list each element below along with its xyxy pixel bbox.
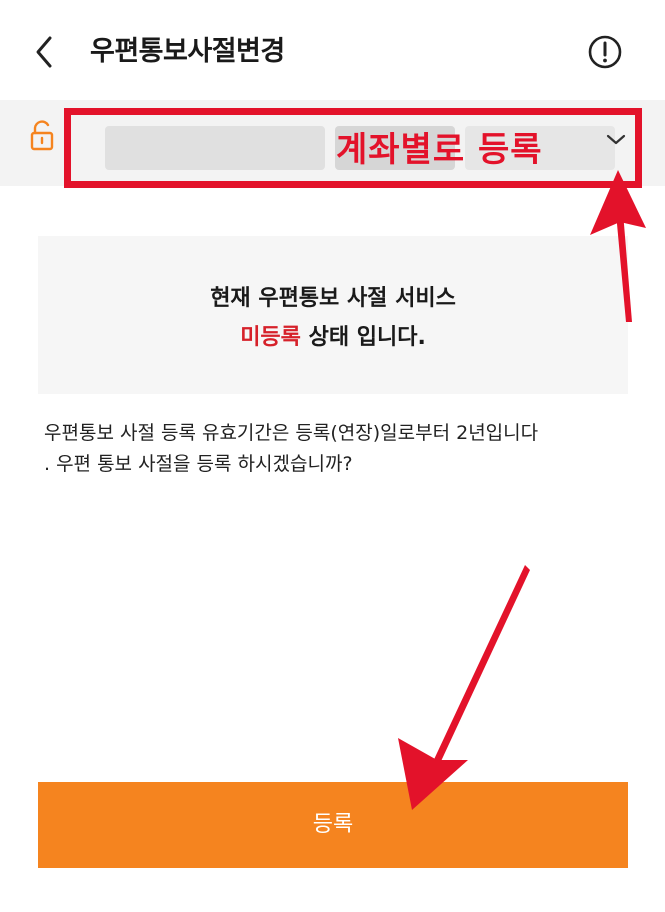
register-button[interactable]: 등록 — [38, 782, 628, 868]
unlock-icon — [28, 118, 56, 152]
info-icon — [588, 35, 622, 69]
back-button[interactable] — [28, 30, 68, 74]
arrow-annotation-down — [398, 565, 530, 810]
page-title: 우편통보사절변경 — [90, 36, 285, 67]
description-text: 우편통보 사절 등록 유효기간은 등록(연장)일로부터 2년입니다 . 우편 통… — [44, 418, 644, 480]
status-message-line1: 현재 우편통보 사절 서비스 — [210, 286, 456, 311]
account-annotation-label: 계좌별로 등록 — [336, 130, 543, 170]
description-line2: . 우편 통보 사절을 등록 하시겠습니까? — [44, 453, 353, 475]
description-line1: 우편통보 사절 등록 유효기간은 등록(연장)일로부터 2년입니다 — [44, 422, 539, 444]
status-card: 현재 우편통보 사절 서비스 미등록 상태 입니다. — [38, 236, 628, 394]
chevron-down-icon[interactable] — [602, 128, 630, 152]
status-highlight: 미등록 — [240, 325, 301, 350]
app-header: 우편통보사절변경 — [0, 0, 665, 100]
info-button[interactable] — [585, 32, 625, 72]
status-message-rest: 상태 입니다. — [300, 325, 426, 350]
status-message-line2: 미등록 상태 입니다. — [38, 322, 628, 354]
chevron-left-icon — [36, 36, 52, 68]
